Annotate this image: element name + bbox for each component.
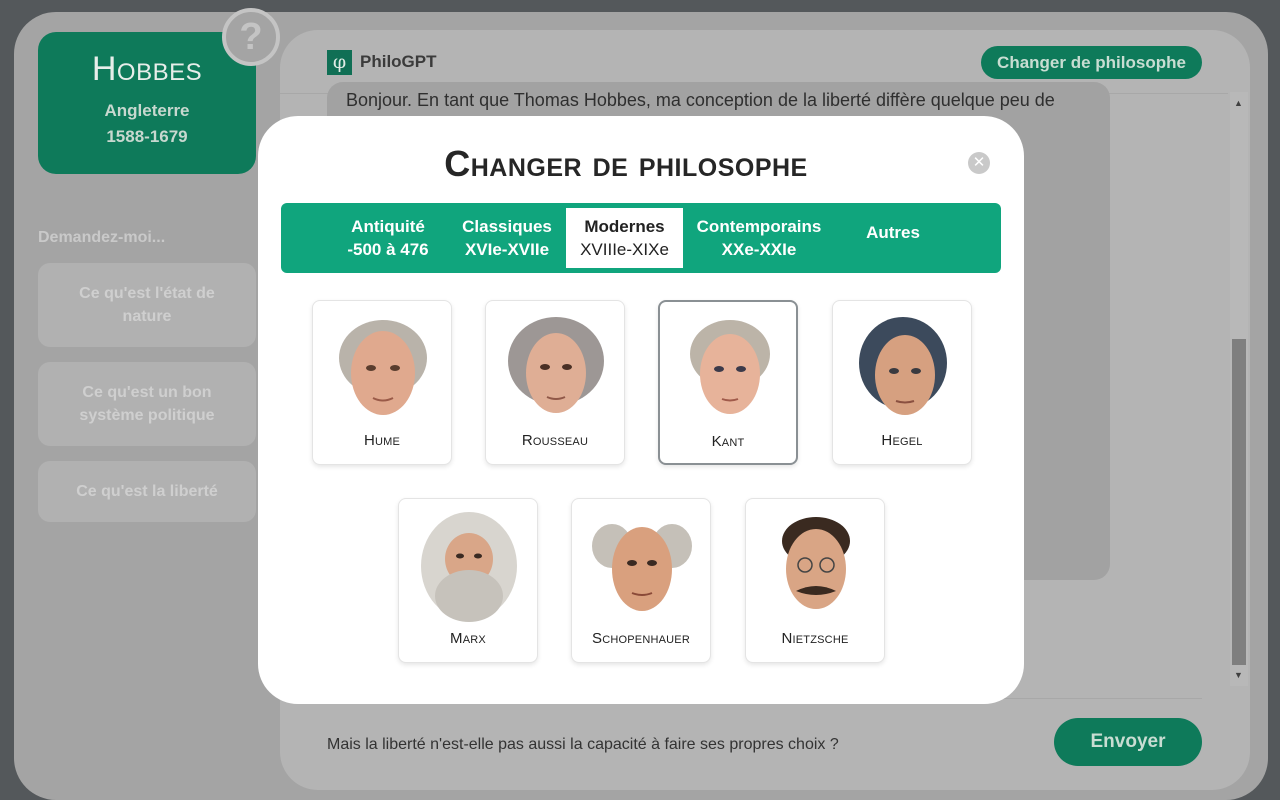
change-philosopher-button[interactable]: Changer de philosophe — [981, 46, 1202, 79]
tab-label: Antiquité — [351, 217, 425, 236]
tab-contemporains[interactable]: Contemporains XXe-XXIe — [691, 208, 827, 268]
marx-portrait-icon — [421, 512, 517, 622]
philosopher-name-label: Kant — [711, 433, 745, 450]
tab-label: Modernes — [584, 217, 665, 236]
tab-label: Classiques — [462, 217, 552, 236]
philosopher-tile-hegel[interactable]: Hegel — [832, 300, 972, 465]
scrollbar-thumb[interactable] — [1232, 339, 1246, 665]
tab-antiquite[interactable]: Antiquité -500 à 476 — [338, 208, 438, 268]
tab-label: Contemporains — [696, 217, 822, 236]
schopenhauer-portrait-icon — [592, 524, 692, 611]
help-icon[interactable]: ? — [222, 8, 280, 66]
philosopher-tile-hume[interactable]: Hume — [312, 300, 452, 465]
philosopher-name-label: Hegel — [881, 432, 923, 449]
message-input[interactable] — [327, 730, 1067, 760]
current-philosopher-card: Hobbes Angleterre 1588-1679 — [38, 32, 256, 174]
tab-sublabel: XXe-XXIe — [721, 240, 797, 259]
phi-logo-icon: φ — [327, 50, 352, 75]
philosopher-dates: 1588-1679 — [106, 127, 188, 146]
tab-label: Autres — [866, 223, 920, 242]
philosopher-tile-nietzsche[interactable]: Nietzsche — [745, 498, 885, 663]
philosopher-name: Hobbes — [91, 50, 203, 88]
scroll-down-arrow-icon[interactable]: ▼ — [1234, 670, 1243, 680]
philosopher-name-label: Nietzsche — [781, 630, 849, 647]
kant-portrait-icon — [690, 320, 770, 414]
modal-title: Changer de philosophe — [444, 143, 808, 184]
change-philosopher-modal: Changer de philosophe ✕ Antiquité -500 à… — [258, 116, 1024, 704]
tab-autres[interactable]: Autres — [848, 208, 938, 268]
tab-sublabel: XVIe-XVIIe — [464, 240, 550, 259]
philosopher-name-label: Marx — [450, 630, 486, 647]
philosopher-name-label: Rousseau — [521, 432, 589, 449]
assistant-message-text: Bonjour. En tant que Thomas Hobbes, ma c… — [346, 90, 1055, 110]
send-button[interactable]: Envoyer — [1054, 718, 1202, 766]
tab-sublabel: -500 à 476 — [347, 240, 429, 259]
philosopher-name-label: Hume — [363, 432, 401, 449]
philosopher-tile-schopenhauer[interactable]: Schopenhauer — [571, 498, 711, 663]
tab-classiques[interactable]: Classiques XVIe-XVIIe — [452, 208, 562, 268]
scroll-up-arrow-icon[interactable]: ▲ — [1234, 98, 1243, 108]
era-tabs: Antiquité -500 à 476 Classiques XVIe-XVI… — [281, 203, 1001, 273]
nietzsche-portrait-icon — [782, 517, 850, 609]
philosopher-tile-kant[interactable]: Kant — [658, 300, 798, 465]
philosopher-country: Angleterre — [104, 101, 190, 120]
hume-portrait-icon — [339, 320, 427, 415]
app-title: PhiloGPT — [360, 52, 437, 71]
suggestion-button-state-of-nature[interactable]: Ce qu'est l'état de nature — [38, 263, 256, 347]
hegel-portrait-icon — [859, 317, 947, 415]
tab-sublabel: XVIIIe-XIXe — [580, 240, 669, 259]
philosopher-tile-marx[interactable]: Marx — [398, 498, 538, 663]
philosopher-tile-rousseau[interactable]: Rousseau — [485, 300, 625, 465]
rousseau-portrait-icon — [508, 317, 604, 413]
chat-scrollbar[interactable]: ▲ ▼ — [1230, 92, 1248, 686]
suggestion-button-political-system[interactable]: Ce qu'est un bon système politique — [38, 362, 256, 446]
tab-modernes[interactable]: Modernes XVIIIe-XIXe — [566, 208, 683, 268]
close-icon[interactable]: ✕ — [968, 152, 990, 174]
philosopher-name-label: Schopenhauer — [592, 630, 690, 647]
suggestion-button-liberty[interactable]: Ce qu'est la liberté — [38, 461, 256, 522]
ask-label: Demandez-moi... — [38, 229, 166, 246]
